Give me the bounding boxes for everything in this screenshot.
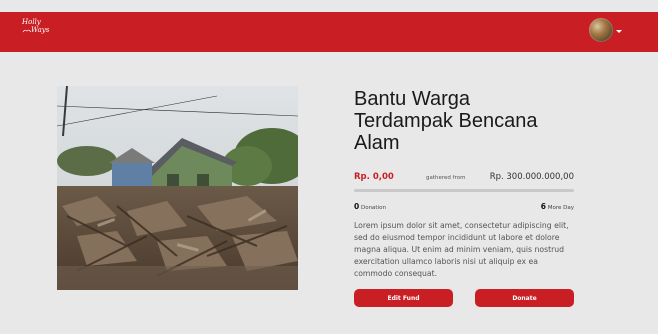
brand-logo[interactable]: Holly Ways (22, 18, 62, 34)
disaster-scene-image (57, 86, 298, 290)
days-count: 6 (540, 202, 546, 211)
days-stat: 6 More Day (541, 202, 574, 211)
gathered-amount: Rp. 0,00 (354, 172, 394, 182)
donation-stat: 0 Donation (354, 202, 386, 211)
fund-actions: Edit Fund Donate (354, 289, 574, 307)
donate-button[interactable]: Donate (475, 289, 574, 307)
fund-image (57, 86, 298, 290)
fund-details: Bantu Warga Terdampak Bencana Alam Rp. 0… (354, 88, 574, 307)
logo-line1: Holly (22, 18, 41, 26)
donation-label: Donation (360, 205, 386, 211)
days-label: More Day (547, 205, 574, 211)
chevron-down-icon[interactable] (616, 29, 622, 33)
fund-amount-row: Rp. 0,00 gathered from Rp. 300.000.000,0… (354, 172, 574, 182)
fund-title: Bantu Warga Terdampak Bencana Alam (354, 88, 538, 154)
edit-fund-button[interactable]: Edit Fund (354, 289, 453, 307)
fund-progress-bar (354, 189, 574, 192)
logo-line2: Ways (31, 26, 50, 34)
hands-icon (22, 29, 32, 33)
target-amount: Rp. 300.000.000,00 (489, 172, 574, 182)
top-navbar: Holly Ways (0, 12, 658, 52)
fund-description: Lorem ipsum dolor sit amet, consectetur … (354, 221, 569, 278)
donation-count: 0 (354, 202, 360, 211)
user-avatar[interactable] (589, 18, 613, 42)
gathered-from-label: gathered from (426, 175, 466, 181)
fund-stats: 0 Donation 6 More Day (354, 202, 574, 211)
profile-menu[interactable] (589, 18, 622, 42)
